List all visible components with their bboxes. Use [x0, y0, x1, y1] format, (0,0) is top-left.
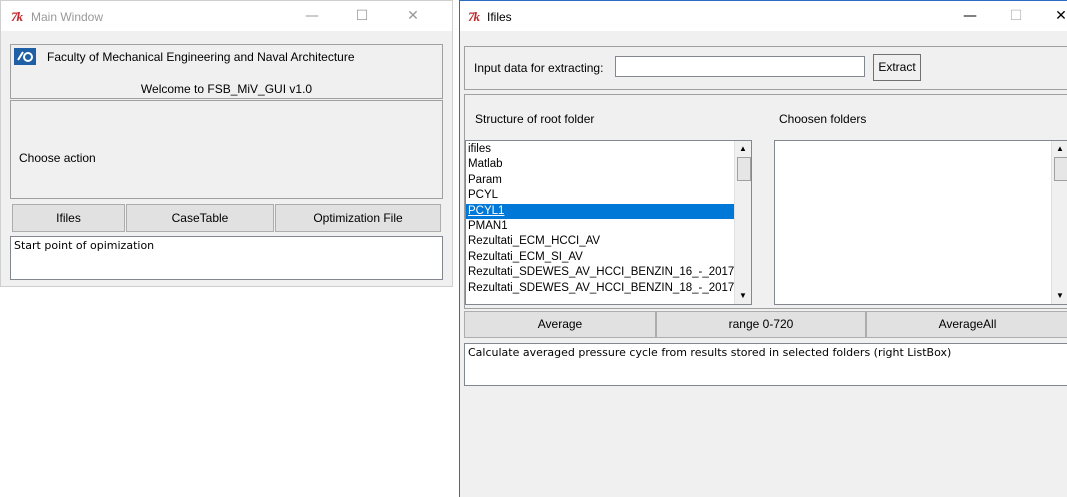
- main-status-text[interactable]: Start point of opimization: [10, 236, 443, 280]
- welcome-text: Welcome to FSB_MiV_GUI v1.0: [140, 82, 313, 96]
- list-item[interactable]: ifiles: [466, 142, 734, 157]
- desktop: { "main_window": { "title": "Main Window…: [0, 0, 1067, 497]
- list-item[interactable]: Rezultati_SDEWES_AV_HCCI_BENZIN_16_-_201…: [466, 265, 734, 280]
- extract-panel: Input data for extracting: Extract: [464, 46, 1067, 90]
- list-item[interactable]: PMAN1: [466, 219, 734, 234]
- close-button[interactable]: ✕: [390, 1, 436, 31]
- input-label: Input data for extracting:: [474, 61, 604, 75]
- fsb-logo-icon: [14, 48, 36, 65]
- choose-action-panel: Choose action: [10, 100, 443, 199]
- list-item-selected[interactable]: PCYL1: [466, 203, 734, 219]
- ifiles-window-titlebar[interactable]: 7k Ifiles — ☐ ✕: [460, 1, 1067, 31]
- extract-button[interactable]: Extract: [873, 54, 921, 81]
- list-item[interactable]: Param: [466, 173, 734, 188]
- ifiles-window: 7k Ifiles — ☐ ✕ Input data for extractin…: [459, 0, 1067, 497]
- root-folder-header: Structure of root folder: [475, 112, 595, 126]
- chosen-folders-header: Choosen folders: [779, 112, 867, 126]
- minimize-button[interactable]: —: [947, 1, 993, 31]
- chosen-folders-scrollbar[interactable]: ▲ ▼: [1051, 141, 1067, 304]
- header-panel: Faculty of Mechanical Engineering and Na…: [10, 44, 443, 99]
- main-window-titlebar[interactable]: 7k Main Window — ☐ ✕: [1, 1, 452, 31]
- scroll-thumb[interactable]: [1054, 157, 1067, 181]
- list-item[interactable]: Rezultati_ECM_SI_AV: [466, 250, 734, 265]
- close-button[interactable]: ✕: [1038, 1, 1067, 31]
- chosen-folders-listbox[interactable]: ▲ ▼: [774, 140, 1067, 305]
- ifiles-button[interactable]: Ifiles: [12, 204, 125, 232]
- list-item[interactable]: PCYL: [466, 188, 734, 203]
- window-title: Ifiles: [487, 10, 512, 24]
- range-button[interactable]: range 0-720: [656, 311, 866, 338]
- scroll-thumb[interactable]: [737, 157, 751, 181]
- extract-input[interactable]: [615, 56, 865, 77]
- maximize-button[interactable]: ☐: [339, 1, 385, 31]
- list-item[interactable]: Rezultati_ECM_HCCI_AV: [466, 234, 734, 249]
- window-title: Main Window: [31, 10, 104, 24]
- average-all-button[interactable]: AverageAll: [866, 311, 1067, 338]
- choose-action-label: Choose action: [19, 151, 96, 165]
- maximize-button[interactable]: ☐: [993, 1, 1039, 31]
- scroll-down-arrow-icon[interactable]: ▼: [735, 288, 751, 304]
- optimization-file-button[interactable]: Optimization File: [275, 204, 441, 232]
- ifiles-status-text[interactable]: Calculate averaged pressure cycle from r…: [464, 343, 1067, 386]
- list-item[interactable]: Rezultati_SDEWES_AV_HCCI_BENZIN_18_-_201…: [466, 281, 734, 296]
- faculty-title: Faculty of Mechanical Engineering and Na…: [47, 50, 355, 64]
- minimize-button[interactable]: —: [289, 1, 335, 31]
- root-folder-listbox[interactable]: ifiles Matlab Param PCYL PCYL1 PMAN1 Rez…: [465, 140, 752, 305]
- main-window: 7k Main Window — ☐ ✕ Faculty of Mechanic…: [0, 0, 453, 287]
- casetable-button[interactable]: CaseTable: [126, 204, 274, 232]
- average-button[interactable]: Average: [464, 311, 656, 338]
- list-item[interactable]: Matlab: [466, 157, 734, 172]
- tk-feather-icon: 7k: [468, 9, 480, 24]
- scroll-up-arrow-icon[interactable]: ▲: [1052, 141, 1067, 157]
- tk-feather-icon: 7k: [11, 9, 23, 24]
- scroll-down-arrow-icon[interactable]: ▼: [1052, 288, 1067, 304]
- root-folder-scrollbar[interactable]: ▲ ▼: [734, 141, 751, 304]
- root-folder-list: ifiles Matlab Param PCYL PCYL1 PMAN1 Rez…: [466, 142, 734, 296]
- scroll-up-arrow-icon[interactable]: ▲: [735, 141, 751, 157]
